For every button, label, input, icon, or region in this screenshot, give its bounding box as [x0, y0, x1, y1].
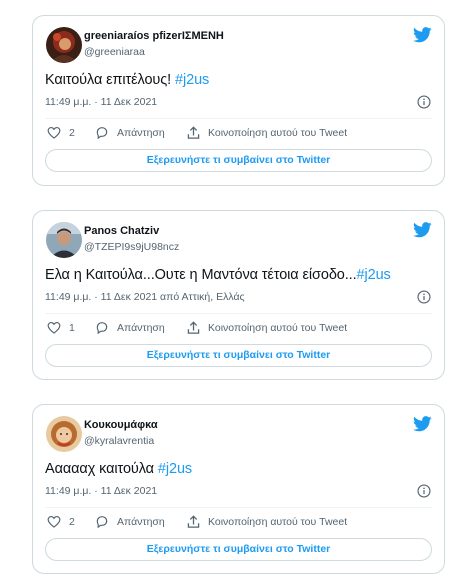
reply-label: Απάντηση [117, 321, 165, 334]
hashtag-link[interactable]: #j2us [175, 72, 209, 88]
reply-button[interactable]: Απάντηση [95, 515, 165, 528]
author-handle[interactable]: @kyralavrentia [84, 435, 154, 447]
reply-icon [96, 516, 108, 528]
like-count: 2 [69, 515, 75, 528]
divider [45, 118, 432, 119]
share-icon [187, 515, 200, 528]
divider [45, 313, 432, 314]
share-button[interactable]: Κοινοποίηση αυτού του Tweet [187, 515, 347, 529]
avatar[interactable] [46, 222, 82, 258]
tweet-card[interactable]: greeniaraíos pfizerΙΣΜΕΝΗ @greeniaraa Κα… [32, 15, 445, 186]
author-name[interactable]: Κουκουμάφκα [84, 419, 158, 431]
tweet-card[interactable]: Panos Chatziv @TZEPI9s9jU98ncz Ελα η Και… [32, 210, 445, 380]
avatar-photo [46, 27, 82, 63]
author-handle[interactable]: @greeniaraa [84, 46, 145, 58]
author-name[interactable]: Panos Chatziv [84, 225, 159, 237]
explore-button[interactable]: Εξερευνήστε τι συμβαίνει στο Twitter [45, 344, 432, 367]
like-button[interactable]: 2 [47, 515, 75, 528]
twitter-bird-icon[interactable] [413, 222, 432, 238]
reply-label: Απάντηση [117, 515, 165, 528]
reply-icon [96, 322, 108, 334]
hashtag-link[interactable]: #j2us [158, 461, 192, 477]
avatar[interactable] [46, 27, 82, 63]
info-icon[interactable] [417, 484, 431, 498]
share-label: Κοινοποίηση αυτού του Tweet [208, 516, 348, 528]
share-label: Κοινοποίηση αυτού του Tweet [208, 127, 348, 139]
reply-button[interactable]: Απάντηση [95, 321, 165, 334]
explore-button[interactable]: Εξερευνήστε τι συμβαίνει στο Twitter [45, 538, 432, 561]
tweet-timestamp[interactable]: 11:49 μ.μ. · 11 Δεκ 2021 [45, 96, 157, 108]
like-button[interactable]: 1 [47, 321, 75, 334]
hashtag-link[interactable]: #j2us [357, 267, 391, 283]
tweet-body: Ελα η Καιτούλα...Ουτε η Μαντόνα τέτοια ε… [45, 267, 357, 283]
twitter-bird-icon[interactable] [413, 416, 432, 432]
heart-icon [47, 322, 61, 334]
reply-icon [96, 127, 108, 139]
like-count: 1 [69, 321, 75, 334]
tweet-text: Ελα η Καιτούλα...Ουτε η Μαντόνα τέτοια ε… [45, 267, 391, 283]
avatar-photo [46, 222, 82, 258]
share-button[interactable]: Κοινοποίηση αυτού του Tweet [187, 321, 347, 335]
info-icon[interactable] [417, 290, 431, 304]
tweet-body: Καιτούλα επιτέλους! [45, 72, 176, 88]
share-button[interactable]: Κοινοποίηση αυτού του Tweet [187, 126, 347, 140]
like-count: 2 [69, 126, 75, 139]
divider [45, 507, 432, 508]
author-name[interactable]: greeniaraíos pfizerΙΣΜΕΝΗ [84, 30, 224, 42]
avatar[interactable] [46, 416, 82, 452]
share-icon [187, 321, 200, 334]
tweet-card[interactable]: Κουκουμάφκα @kyralavrentia Αααααχ καιτού… [32, 404, 445, 574]
reply-label: Απάντηση [117, 126, 165, 139]
avatar-photo [46, 416, 82, 452]
tweet-text: Αααααχ καιτούλα #j2us [45, 461, 192, 477]
heart-icon [47, 516, 61, 528]
twitter-bird-icon[interactable] [413, 27, 432, 43]
tweet-body: Αααααχ καιτούλα [45, 461, 158, 477]
share-label: Κοινοποίηση αυτού του Tweet [208, 322, 348, 334]
explore-button[interactable]: Εξερευνήστε τι συμβαίνει στο Twitter [45, 149, 432, 172]
like-button[interactable]: 2 [47, 126, 75, 139]
heart-icon [47, 127, 61, 139]
author-handle[interactable]: @TZEPI9s9jU98ncz [84, 241, 179, 253]
tweet-timestamp[interactable]: 11:49 μ.μ. · 11 Δεκ 2021 από Αττική, Ελλ… [45, 291, 245, 303]
info-icon[interactable] [417, 95, 431, 109]
share-icon [187, 126, 200, 139]
tweet-timestamp[interactable]: 11:49 μ.μ. · 11 Δεκ 2021 [45, 485, 157, 497]
tweet-text: Καιτούλα επιτέλους! #j2us [45, 72, 209, 88]
reply-button[interactable]: Απάντηση [95, 126, 165, 139]
